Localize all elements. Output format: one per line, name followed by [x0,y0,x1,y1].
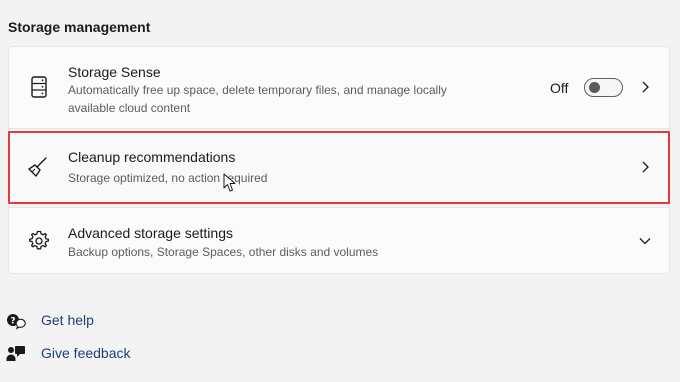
chevron-down-icon[interactable] [638,234,652,248]
gear-icon [28,230,50,250]
advanced-storage-settings-card[interactable]: Advanced storage settings Backup options… [8,207,670,274]
cleanup-description: Storage optimized, no action required [68,171,268,185]
hard-drive-icon [31,76,47,98]
storage-sense-toggle-label: Off [550,80,569,96]
chevron-right-icon[interactable] [639,80,653,94]
mouse-cursor-icon [223,173,236,192]
broom-icon [28,157,47,177]
svg-text:?: ? [10,317,15,327]
storage-sense-toggle[interactable] [584,78,623,97]
feedback-icon [6,346,25,361]
cleanup-title: Cleanup recommendations [68,149,236,165]
advanced-storage-description: Backup options, Storage Spaces, other di… [68,245,379,259]
section-title: Storage management [8,19,151,35]
give-feedback-link[interactable]: Give feedback [41,345,131,361]
help-icon: ? [7,314,26,330]
advanced-storage-title: Advanced storage settings [68,225,233,241]
get-help-link[interactable]: Get help [41,312,94,328]
storage-sense-title: Storage Sense [68,64,161,80]
cleanup-recommendations-card[interactable]: Cleanup recommendations Storage optimize… [8,131,670,204]
chevron-right-icon[interactable] [639,160,653,174]
toggle-knob [589,82,600,93]
storage-sense-description: Automatically free up space, delete temp… [68,83,447,115]
storage-sense-card[interactable]: Storage Sense Automatically free up spac… [8,46,670,129]
